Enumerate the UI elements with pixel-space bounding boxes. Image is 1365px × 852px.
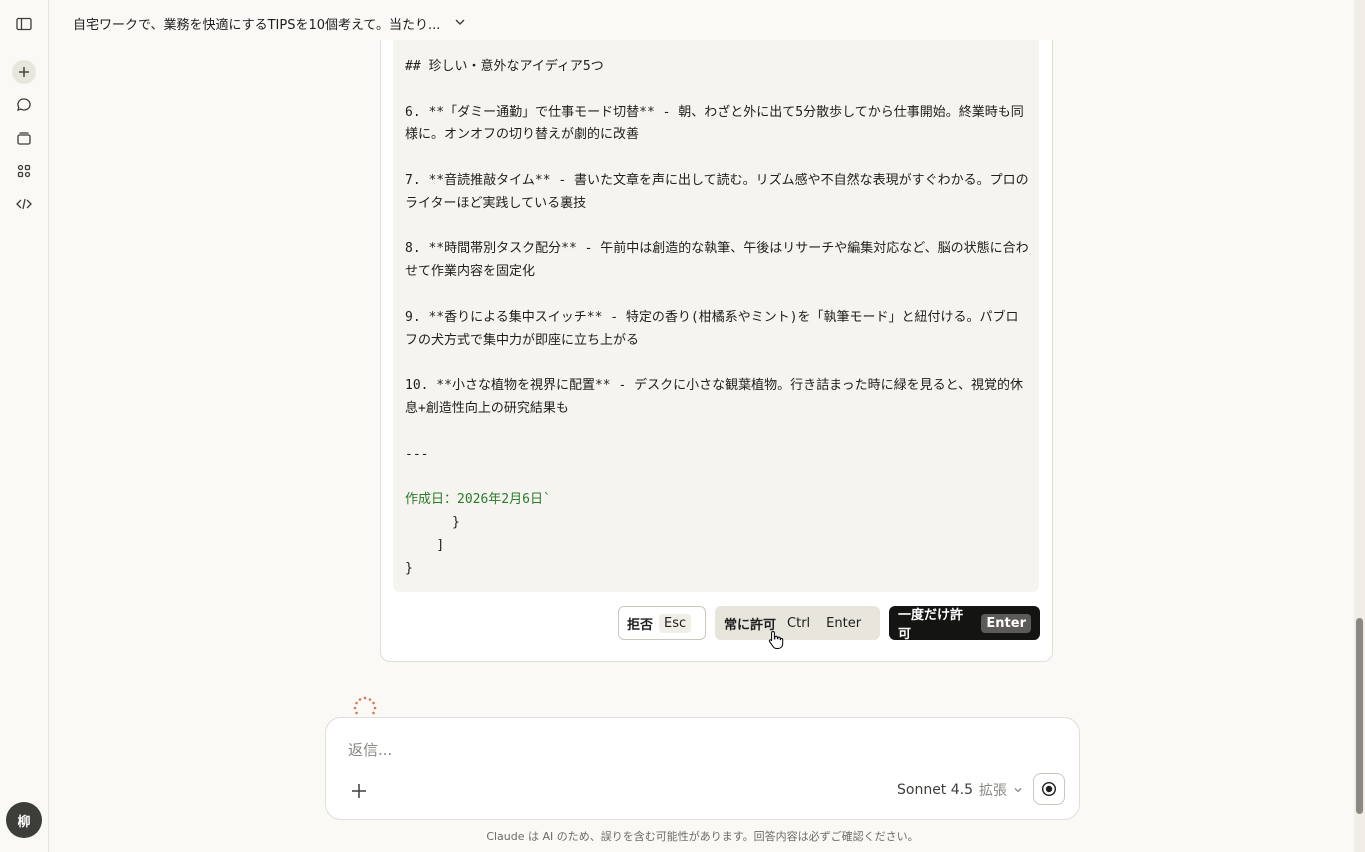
user-avatar[interactable]: 柳 [6, 802, 42, 838]
code-line: 9. **香りによる集中スイッチ** - 特定の香り(柑橘系やミント)を「執筆モ… [405, 309, 1019, 348]
reply-input[interactable] [346, 740, 1050, 760]
sidebar: 柳 [0, 0, 49, 852]
code-icon[interactable] [12, 192, 36, 216]
reject-label: 拒否 [627, 617, 654, 633]
code-line: 6. **「ダミー通勤」で仕事モード切替** - 朝、わざと外に出て5分散歩して… [405, 104, 1024, 143]
allow-once-button[interactable]: 一度だけ許可 Enter [889, 606, 1040, 642]
esc-key-hint: Esc [659, 613, 692, 633]
model-selector[interactable]: Sonnet 4.5 拡張 [897, 780, 1023, 800]
enter-key-hint: Enter [826, 615, 862, 631]
disclaimer: Claude は AI のため、誤りを含む可能性があります。回答内容は必ずご確認… [486, 830, 919, 843]
code-line: --- [405, 446, 429, 462]
extended-thinking-label: 拡張 [979, 783, 1008, 799]
code-line: ## 珍しい・意外なアイディア5つ [405, 59, 604, 74]
ctrl-key-hint: Ctrl [787, 615, 811, 631]
code-line: 作成日：2026年2月6日` [405, 492, 551, 508]
add-attachment-button[interactable] [348, 780, 370, 802]
code-line: } [405, 514, 460, 530]
chevron-down-icon [454, 16, 466, 32]
chats-icon[interactable] [12, 93, 36, 117]
loading-spinner-icon [353, 696, 377, 715]
code-content: ## 珍しい・意外なアイディア5つ 6. **「ダミー通勤」で仕事モード切替** … [405, 56, 1029, 580]
message-composer: Sonnet 4.5 拡張 [325, 717, 1080, 820]
allow-once-label: 一度だけ許可 [898, 608, 964, 642]
projects-icon[interactable] [12, 126, 36, 150]
voice-mode-button[interactable] [1033, 773, 1065, 805]
chat-title-menu[interactable]: 自宅ワークで、業務を快適にするTIPSを10個考えて。当たり... [73, 14, 466, 33]
code-line: 10. **小さな植物を視界に配置** - デスクに小さな観葉植物。行き詰まった… [405, 378, 1024, 416]
tool-permission-panel: ## 珍しい・意外なアイディア5つ 6. **「ダミー通勤」で仕事モード切替** … [380, 40, 1053, 662]
artifacts-icon[interactable] [12, 159, 36, 183]
plus-icon [352, 784, 366, 798]
enter-key-hint: Enter [981, 613, 1031, 633]
always-allow-button[interactable]: 常に許可 Ctrl Enter [715, 606, 880, 640]
code-preview: ## 珍しい・意外なアイディア5つ 6. **「ダミー通勤」で仕事モード切替** … [393, 40, 1039, 592]
sidebar-toggle-icon[interactable] [12, 12, 36, 36]
chat-title: 自宅ワークで、業務を快適にするTIPSを10個考えて。当たり... [73, 18, 441, 33]
new-chat-button[interactable] [12, 60, 36, 84]
code-line: ] [405, 537, 445, 553]
hand-cursor-icon [768, 630, 784, 649]
chevron-down-icon [1014, 788, 1022, 793]
reject-button[interactable]: 拒否 Esc [618, 606, 706, 640]
scrollbar-thumb[interactable] [1356, 618, 1363, 814]
code-line: 7. **音読推敲タイム** - 書いた文章を声に出して読む。リズム感や不自然な… [405, 172, 1029, 211]
model-name: Sonnet 4.5 [897, 782, 974, 798]
record-icon [1041, 781, 1057, 797]
code-line: } [405, 560, 413, 576]
code-line: 8. **時間帯別タスク配分** - 午前中は創造的な執筆、午後はリサーチや編集… [405, 241, 1029, 280]
